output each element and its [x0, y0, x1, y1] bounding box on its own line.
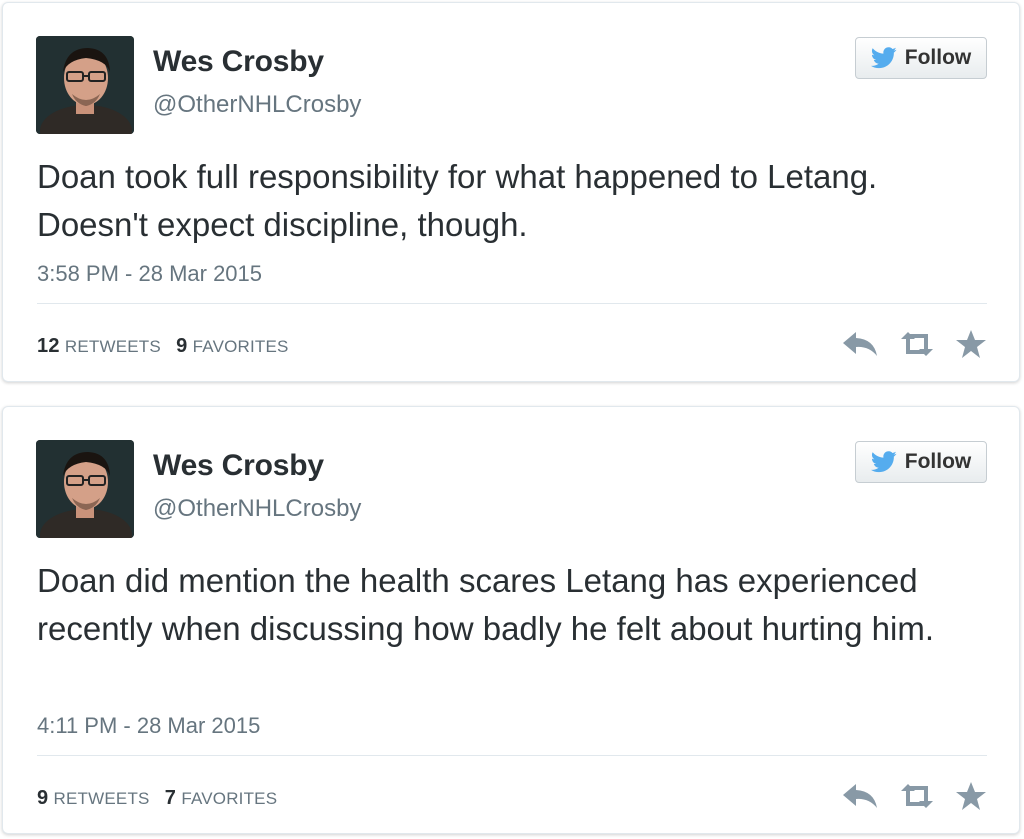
user-handle[interactable]: @OtherNHLCrosby: [153, 91, 361, 119]
reply-icon[interactable]: [841, 330, 879, 358]
avatar[interactable]: [36, 36, 134, 134]
twitter-bird-icon: [870, 451, 897, 473]
favorite-count[interactable]: 7: [165, 787, 176, 809]
tweet-timestamp[interactable]: 4:11 PM - 28 Mar 2015: [37, 713, 260, 739]
follow-button[interactable]: Follow: [855, 37, 987, 79]
follow-label: Follow: [904, 450, 972, 473]
retweet-icon[interactable]: [897, 782, 937, 810]
retweet-count[interactable]: 12: [37, 335, 60, 357]
favorite-icon[interactable]: [955, 781, 987, 811]
favorite-icon[interactable]: [955, 329, 987, 359]
tweet-text: Doan did mention the health scares Letan…: [37, 562, 935, 647]
favorite-count[interactable]: 9: [176, 335, 187, 357]
twitter-bird-icon: [870, 47, 897, 69]
avatar[interactable]: [36, 440, 134, 538]
tweet-card: Wes Crosby @OtherNHLCrosby Follow Doan t…: [2, 2, 1020, 382]
user-handle[interactable]: @OtherNHLCrosby: [153, 495, 361, 523]
tweet-actions: [841, 329, 987, 359]
user-name[interactable]: Wes Crosby: [153, 449, 324, 483]
retweets-label[interactable]: RETWEETS: [54, 789, 150, 808]
tweet-stats: 9 RETWEETS 7 FAVORITES: [37, 787, 287, 810]
tweet-actions: [841, 781, 987, 811]
user-name[interactable]: Wes Crosby: [153, 45, 324, 79]
reply-icon[interactable]: [841, 782, 879, 810]
favorites-label[interactable]: FAVORITES: [193, 337, 289, 356]
favorites-label[interactable]: FAVORITES: [181, 789, 277, 808]
retweets-label[interactable]: RETWEETS: [65, 337, 161, 356]
tweet-text: Doan took full responsibility for what h…: [37, 158, 878, 243]
divider: [37, 303, 987, 304]
retweet-icon[interactable]: [897, 330, 937, 358]
follow-label: Follow: [904, 46, 972, 69]
divider: [37, 755, 987, 756]
tweet-timestamp[interactable]: 3:58 PM - 28 Mar 2015: [37, 261, 262, 287]
retweet-count[interactable]: 9: [37, 787, 48, 809]
follow-button[interactable]: Follow: [855, 441, 987, 483]
tweet-stats: 12 RETWEETS 9 FAVORITES: [37, 335, 299, 358]
tweet-card: Wes Crosby @OtherNHLCrosby Follow Doan d…: [2, 406, 1020, 834]
